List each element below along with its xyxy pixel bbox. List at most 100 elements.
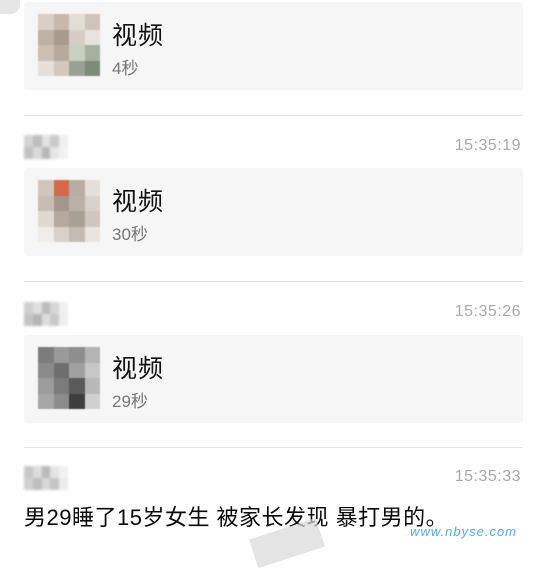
mosaic-tile [24,147,33,159]
mosaic-tile [84,347,100,363]
mosaic-tile [38,60,54,76]
mosaic-tile [69,347,85,363]
text-message[interactable]: 男29睡了15岁女生 被家长发现 暴打男的。 [24,500,448,532]
mosaic-tile [53,29,69,45]
mosaic-tile [38,378,54,394]
mosaic-tile [84,180,100,196]
mosaic-tile [50,147,60,159]
sender-name-blurred [24,466,68,490]
mosaic-tile [38,45,54,61]
video-label: 视频 [112,355,165,383]
mosaic-tile [69,195,85,211]
mosaic-tile [84,378,100,394]
mosaic-tile [32,302,42,314]
mosaic-tile [69,14,85,30]
previous-content-fragment [0,0,20,14]
video-duration: 30秒 [112,225,148,244]
mosaic-tile [32,314,42,326]
video-duration: 4秒 [112,59,139,78]
message-timestamp: 15:35:26 [454,303,521,320]
mosaic-tile [50,466,60,478]
mosaic-tile [69,45,85,61]
mosaic-tile [53,362,69,378]
mosaic-tile [84,14,100,30]
mosaic-tile [41,314,51,326]
mosaic-tile [24,478,33,490]
mosaic-tile [53,378,69,394]
video-message-card[interactable]: 视频 30秒 [24,168,523,256]
mosaic-tile [38,347,54,363]
message-timestamp: 15:35:19 [454,137,521,154]
video-thumbnail [38,180,100,242]
mosaic-tile [84,60,100,76]
mosaic-tile [50,135,60,147]
video-message-card[interactable]: 视频 29秒 [24,335,523,423]
mosaic-tile [41,135,51,147]
video-thumbnail [38,347,100,409]
mosaic-tile [24,302,33,314]
mosaic-tile [59,466,68,478]
mosaic-tile [84,362,100,378]
sender-name-blurred [24,135,68,159]
mosaic-tile [84,211,100,227]
mosaic-tile [38,29,54,45]
mosaic-tile [69,393,85,409]
mosaic-tile [32,478,42,490]
video-thumbnail [38,14,100,76]
mosaic-tile [53,180,69,196]
mosaic-tile [53,45,69,61]
mosaic-tile [84,195,100,211]
mosaic-tile [53,226,69,242]
mosaic-tile [50,478,60,490]
video-duration: 29秒 [112,392,148,411]
mosaic-tile [69,226,85,242]
mosaic-tile [69,211,85,227]
mosaic-tile [69,180,85,196]
mosaic-tile [53,195,69,211]
mosaic-tile [53,211,69,227]
mosaic-tile [59,478,68,490]
mosaic-tile [69,378,85,394]
mosaic-tile [38,14,54,30]
mosaic-tile [24,135,33,147]
mosaic-tile [59,314,68,326]
mosaic-tile [53,393,69,409]
mosaic-tile [41,478,51,490]
mosaic-tile [38,226,54,242]
message-divider [24,447,523,448]
mosaic-tile [38,362,54,378]
video-label: 视频 [112,22,165,50]
mosaic-tile [84,29,100,45]
mosaic-tile [84,45,100,61]
mosaic-tile [53,60,69,76]
mosaic-tile [24,314,33,326]
mosaic-tile [32,135,42,147]
mosaic-tile [59,302,68,314]
mosaic-tile [69,362,85,378]
mosaic-tile [53,347,69,363]
mosaic-tile [69,60,85,76]
site-watermark: www.nbyse.com [410,524,517,539]
video-message-card[interactable]: 视频 4秒 [24,2,523,90]
mosaic-tile [41,147,51,159]
mosaic-tile [41,466,51,478]
mosaic-tile [38,195,54,211]
mosaic-tile [69,29,85,45]
mosaic-tile [24,466,33,478]
mosaic-tile [84,393,100,409]
mosaic-tile [38,393,54,409]
mosaic-tile [53,14,69,30]
message-divider [24,281,523,282]
video-label: 视频 [112,188,165,216]
mosaic-tile [32,466,42,478]
mosaic-tile [41,302,51,314]
message-timestamp: 15:35:33 [454,468,521,485]
mosaic-tile [59,135,68,147]
mosaic-tile [38,211,54,227]
message-divider [24,115,523,116]
mosaic-tile [59,147,68,159]
mosaic-tile [32,147,42,159]
mosaic-tile [84,226,100,242]
mosaic-tile [38,180,54,196]
mosaic-tile [50,302,60,314]
